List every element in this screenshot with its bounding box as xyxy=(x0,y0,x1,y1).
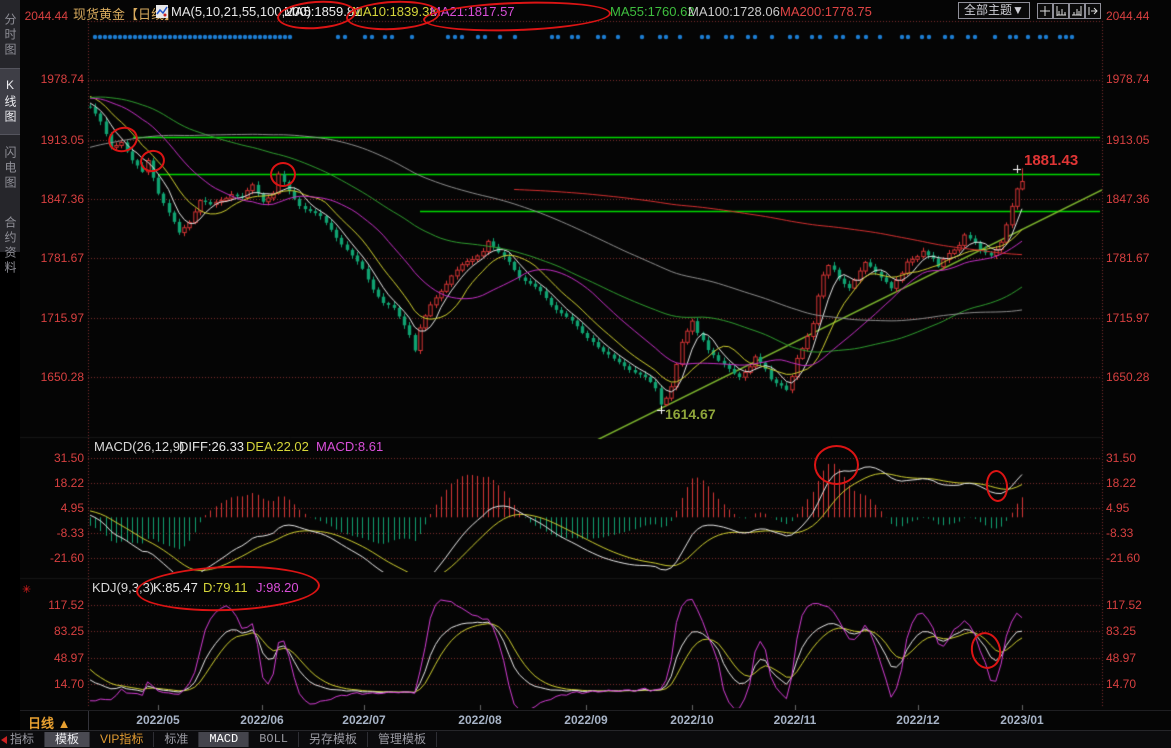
price-axis-left-7: 1650.28 xyxy=(28,370,84,384)
ma-legend-value-5: MA100:1728.06 xyxy=(688,4,780,19)
price-axis-right-5: 1781.67 xyxy=(1106,251,1149,265)
kline-logo-icon xyxy=(156,5,168,21)
toolbar-tab-6[interactable]: BOLL xyxy=(249,732,299,747)
toolbar-tab-4[interactable]: 标准 xyxy=(154,732,199,747)
sidebar-item-4[interactable]: 合约资料 xyxy=(0,205,20,287)
macd-axis-right-4: -8.33 xyxy=(1106,526,1133,540)
toolbar-tab-8[interactable]: 管理模板 xyxy=(368,732,437,747)
macd-axis-right-1: 31.50 xyxy=(1106,451,1136,465)
kdj-axis-right-3: 48.97 xyxy=(1106,651,1136,665)
annotation-ellipse-7 xyxy=(814,445,859,485)
high-price-label: 1881.43 xyxy=(1024,152,1078,169)
ma-legend-value-6: MA200:1778.75 xyxy=(780,4,872,19)
price-axis-left-5: 1781.67 xyxy=(28,251,84,265)
date-label-2022-07: 2022/07 xyxy=(334,713,394,727)
date-label-2022-11: 2022/11 xyxy=(765,713,825,727)
sidebar-item-2[interactable]: K线图 xyxy=(0,68,20,135)
macd-dea-value: DEA:22.02 xyxy=(246,439,309,454)
price-axis-left-3: 1913.05 xyxy=(28,133,84,147)
axis-left-icon[interactable] xyxy=(1053,3,1069,19)
price-axis-right-4: 1847.36 xyxy=(1106,192,1149,206)
macd-axis-left-5: -21.60 xyxy=(28,551,84,565)
macd-axis-left-4: -8.33 xyxy=(28,526,84,540)
price-axis-right-2: 1978.74 xyxy=(1106,72,1149,86)
theme-dropdown-button[interactable]: 全部主题▼ xyxy=(958,2,1030,19)
price-axis-left-4: 1847.36 xyxy=(28,192,84,206)
price-axis-right-1: 2044.44 xyxy=(1106,9,1149,23)
left-sidebar: 分时图 K线图闪电图合约资料 xyxy=(0,0,20,747)
kdj-settings-icon[interactable]: ✳ xyxy=(22,583,31,596)
date-label-2023-01: 2023/01 xyxy=(992,713,1052,727)
macd-axis-left-2: 18.22 xyxy=(28,476,84,490)
kdj-axis-left-3: 48.97 xyxy=(28,651,84,665)
ma-legend-value-4: MA55:1760.62 xyxy=(610,4,695,19)
macd-panel-title: MACD(26,12,9) xyxy=(94,439,184,454)
sidebar-item-1[interactable]: 分时图 xyxy=(0,5,20,65)
macd-axis-right-3: 4.95 xyxy=(1106,501,1129,515)
kdj-axis-left-4: 14.70 xyxy=(28,677,84,691)
time-axis-row: 日线 ▲ 2022/052022/062022/072022/082022/09… xyxy=(20,710,1171,731)
toolbar-tab-7[interactable]: 另存模板 xyxy=(299,732,368,747)
axis-right-icon[interactable] xyxy=(1069,3,1085,19)
popout-pane-icon[interactable] xyxy=(1085,3,1101,19)
macd-diff-value: DIFF:26.33 xyxy=(179,439,244,454)
price-axis-left-2: 1978.74 xyxy=(28,72,84,86)
annotation-ellipse-6 xyxy=(270,162,296,187)
toolbar-tab-5[interactable]: MACD xyxy=(199,732,249,747)
kdj-axis-right-2: 83.25 xyxy=(1106,624,1136,638)
macd-axis-right-2: 18.22 xyxy=(1106,476,1136,490)
macd-axis-left-3: 4.95 xyxy=(28,501,84,515)
price-axis-right-3: 1913.05 xyxy=(1106,133,1149,147)
date-label-2022-09: 2022/09 xyxy=(556,713,616,727)
low-price-label: 1614.67 xyxy=(665,406,716,422)
macd-axis-right-5: -21.60 xyxy=(1106,551,1140,565)
indicator-toolbar: 指标模板VIP指标标准MACDBOLL另存模板管理模板 xyxy=(0,730,1171,748)
macd-value: MACD:8.61 xyxy=(316,439,383,454)
toolbar-red-marker xyxy=(1,736,7,744)
crosshair-icon[interactable] xyxy=(1037,3,1053,19)
sidebar-item-3[interactable]: 闪电图 xyxy=(0,138,20,198)
price-axis-left-6: 1715.97 xyxy=(28,311,84,325)
price-axis-left-1: 2044.44 xyxy=(12,9,68,23)
kdj-axis-left-2: 83.25 xyxy=(28,624,84,638)
kdj-axis-left-1: 117.52 xyxy=(28,598,84,612)
kdj-axis-right-4: 14.70 xyxy=(1106,677,1136,691)
date-label-2022-08: 2022/08 xyxy=(450,713,510,727)
date-label-2022-12: 2022/12 xyxy=(888,713,948,727)
toolbar-tab-2[interactable]: 模板 xyxy=(45,732,90,747)
date-label-2022-05: 2022/05 xyxy=(128,713,188,727)
price-axis-right-7: 1650.28 xyxy=(1106,370,1149,384)
date-label-2022-10: 2022/10 xyxy=(662,713,722,727)
kdj-axis-right-1: 117.52 xyxy=(1106,598,1142,612)
date-label-2022-06: 2022/06 xyxy=(232,713,292,727)
macd-axis-left-1: 31.50 xyxy=(28,451,84,465)
toolbar-tab-3[interactable]: VIP指标 xyxy=(90,732,154,747)
price-axis-right-6: 1715.97 xyxy=(1106,311,1149,325)
